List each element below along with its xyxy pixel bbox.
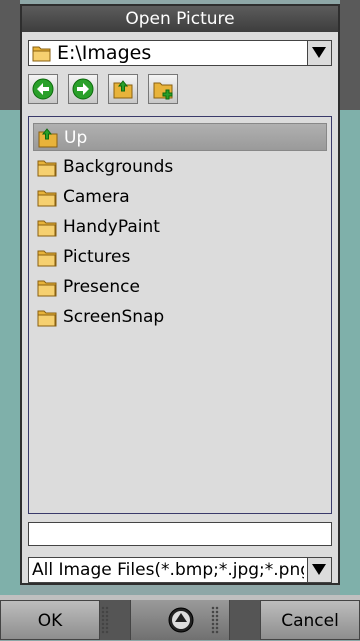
- menu-key[interactable]: [101, 600, 230, 640]
- list-item-handypaint[interactable]: HandyPaint: [33, 213, 327, 241]
- path-dropdown-button[interactable]: [307, 41, 331, 65]
- grip-dots-right: [211, 606, 219, 634]
- file-type-dropdown[interactable]: All Image Files(*.bmp;*.jpg;*.png;*.gif): [28, 557, 332, 583]
- list-item-label: ScreenSnap: [63, 307, 165, 327]
- background-app-right-edge: [340, 0, 360, 600]
- list-item-camera[interactable]: Camera: [33, 183, 327, 211]
- green-right-arrow-icon: [72, 78, 94, 100]
- list-item-label: HandyPaint: [63, 217, 160, 237]
- current-path: E:\Images: [57, 42, 152, 64]
- file-type-value: All Image Files(*.bmp;*.jpg;*.png;*.gif): [32, 560, 304, 580]
- filename-input[interactable]: [28, 522, 332, 546]
- toolbar: [28, 74, 228, 108]
- softkey-bar: OK Cancel: [0, 600, 360, 640]
- list-item-backgrounds[interactable]: Backgrounds: [33, 153, 327, 181]
- folder-icon: [37, 307, 57, 331]
- folder-icon: [37, 217, 57, 241]
- list-item-label: Up: [64, 128, 88, 148]
- chevron-down-icon: [312, 564, 326, 575]
- folder-up-icon: [38, 128, 58, 152]
- list-item-presence[interactable]: Presence: [33, 273, 327, 301]
- list-item-label: Camera: [63, 187, 130, 207]
- path-dropdown[interactable]: E:\Images: [28, 40, 332, 66]
- folder-icon: [32, 44, 52, 66]
- up-folder-button[interactable]: [108, 74, 138, 104]
- dialog-title: Open Picture: [22, 6, 338, 32]
- menu-up-arrow-icon: [168, 607, 194, 633]
- new-folder-button[interactable]: [148, 74, 178, 104]
- file-list[interactable]: Up Backgrounds Camera HandyPaint Picture…: [28, 116, 332, 514]
- cancel-button[interactable]: Cancel: [260, 600, 360, 640]
- folder-up-icon: [113, 80, 133, 99]
- back-button[interactable]: [28, 74, 58, 104]
- green-left-arrow-icon: [32, 78, 54, 100]
- list-item-up[interactable]: Up: [33, 123, 327, 151]
- list-item-screensnap[interactable]: ScreenSnap: [33, 303, 327, 331]
- chevron-down-icon: [312, 47, 326, 58]
- open-picture-dialog: Open Picture E:\Images Up Backgrounds Ca…: [20, 4, 340, 585]
- file-type-dropdown-button[interactable]: [307, 558, 331, 582]
- list-item-label: Backgrounds: [63, 157, 174, 177]
- folder-icon: [37, 157, 57, 181]
- ok-button[interactable]: OK: [0, 600, 100, 640]
- folder-icon: [37, 247, 57, 271]
- grip-dots-left: [101, 606, 109, 634]
- list-item-pictures[interactable]: Pictures: [33, 243, 327, 271]
- folder-icon: [37, 187, 57, 211]
- forward-button[interactable]: [68, 74, 98, 104]
- list-item-label: Presence: [63, 277, 140, 297]
- folder-new-icon: [153, 82, 173, 100]
- list-item-label: Pictures: [63, 247, 131, 267]
- background-app-left-edge: [0, 0, 20, 600]
- folder-icon: [37, 277, 57, 301]
